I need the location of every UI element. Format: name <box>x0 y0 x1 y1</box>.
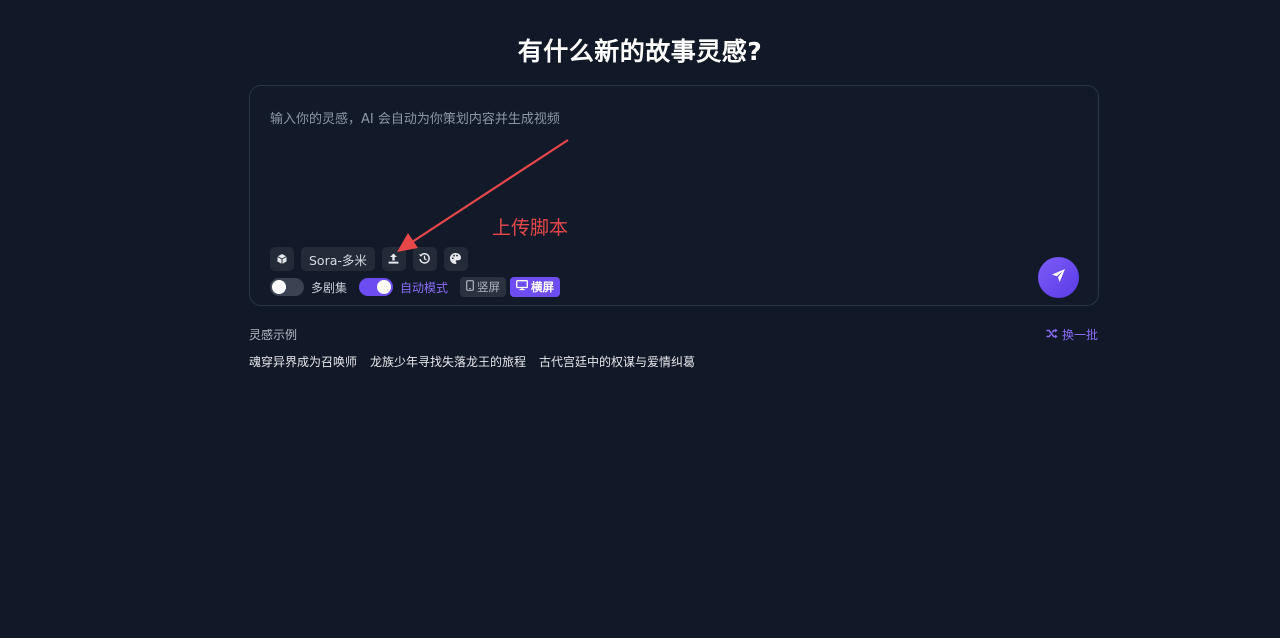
shuffle-examples-button[interactable]: 换一批 <box>1046 326 1098 343</box>
page-title: 有什么新的故事灵感? <box>517 37 763 66</box>
paper-plane-icon <box>1051 268 1066 287</box>
model-selector[interactable]: Sora-多米 <box>301 247 375 271</box>
auto-mode-toggle[interactable] <box>359 278 394 296</box>
example-item[interactable]: 古代宫廷中的权谋与爱情纠葛 <box>539 353 695 370</box>
toggle-knob <box>377 280 392 294</box>
toggle-knob <box>272 280 286 294</box>
example-list: 魂穿异界成为召唤师 龙族少年寻找失落龙王的旅程 古代宫廷中的权谋与爱情纠葛 <box>249 353 708 370</box>
multi-episode-label: 多剧集 <box>311 280 348 295</box>
composer-toolbar: Sora-多米 <box>270 247 475 271</box>
monitor-icon <box>516 280 531 294</box>
examples-header: 灵感示例 <box>249 328 298 342</box>
cube-button[interactable] <box>270 247 294 271</box>
prompt-input[interactable]: 输入你的灵感，AI 会自动为你策划内容并生成视频 <box>270 108 560 127</box>
multi-episode-toggle[interactable] <box>270 278 304 296</box>
history-button[interactable] <box>412 247 437 271</box>
portrait-ratio-button[interactable]: 竖屏 <box>460 277 507 297</box>
example-item[interactable]: 魂穿异界成为召唤师 <box>249 353 357 370</box>
cube-icon <box>276 250 288 269</box>
history-icon <box>418 250 431 269</box>
portrait-label: 竖屏 <box>477 280 501 294</box>
landscape-label: 横屏 <box>531 280 555 294</box>
upload-icon <box>387 250 400 269</box>
shuffle-label: 换一批 <box>1061 328 1098 342</box>
mobile-icon <box>466 280 477 294</box>
send-button[interactable] <box>1038 257 1079 298</box>
auto-mode-label: 自动模式 <box>400 280 449 295</box>
palette-button[interactable] <box>443 247 468 271</box>
landscape-ratio-button[interactable]: 横屏 <box>510 277 561 297</box>
generation-options: 多剧集 自动模式 竖屏 横屏 <box>270 277 564 297</box>
upload-script-annotation: 上传脚本 <box>492 217 569 239</box>
upload-script-button[interactable] <box>381 247 406 271</box>
shuffle-icon <box>1046 328 1062 342</box>
example-item[interactable]: 龙族少年寻找失落龙王的旅程 <box>370 353 526 370</box>
page: 有什么新的故事灵感? 输入你的灵感，AI 会自动为你策划内容并生成视频 Sora… <box>0 0 1280 638</box>
palette-icon <box>449 250 462 269</box>
prompt-composer[interactable]: 输入你的灵感，AI 会自动为你策划内容并生成视频 Sora-多米 多剧集 自动模… <box>249 85 1099 306</box>
